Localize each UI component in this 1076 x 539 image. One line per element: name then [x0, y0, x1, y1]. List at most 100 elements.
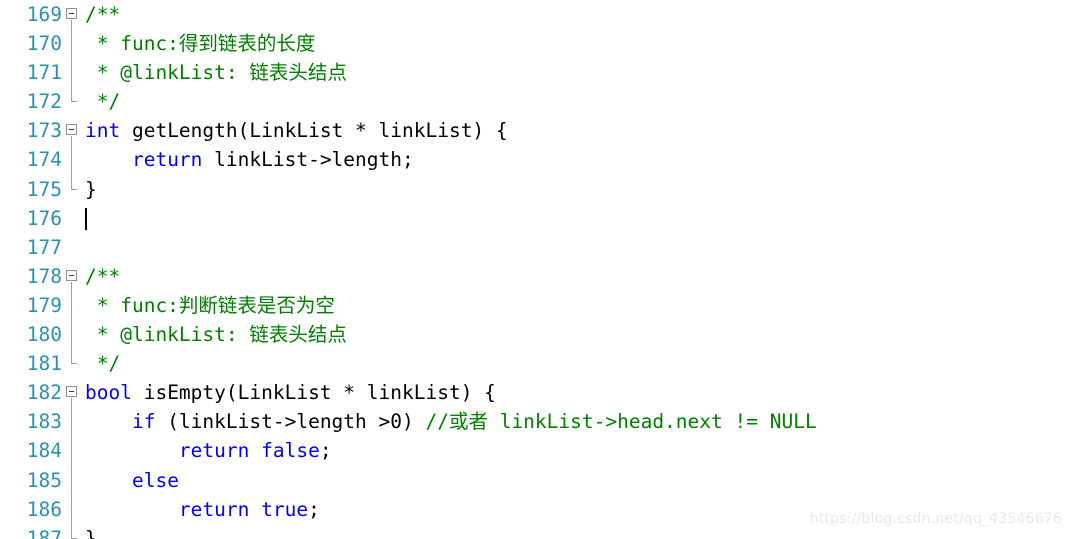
code-text[interactable]: */: [85, 87, 121, 116]
code-token-cmt: //或者 linkList->head.next != NULL: [425, 410, 817, 434]
code-line[interactable]: 181 */: [0, 349, 1076, 378]
fold-guide-line: [71, 407, 72, 437]
fold-column: [64, 174, 82, 204]
code-text[interactable]: else: [85, 466, 179, 495]
watermark-label: https://blog.csdn.net/qq_43546676: [809, 511, 1062, 527]
code-line[interactable]: 170 * func:得到链表的长度: [0, 29, 1076, 59]
fold-guide-line: [71, 20, 72, 30]
code-line[interactable]: 169 /**: [0, 0, 1076, 30]
code-text[interactable]: return false;: [85, 436, 332, 465]
fold-column: [64, 465, 82, 495]
code-text[interactable]: */: [85, 349, 121, 378]
fold-guide-line: [71, 174, 72, 190]
fold-column: [64, 290, 82, 321]
line-number: 170: [26, 32, 62, 56]
fold-collapse-icon[interactable]: [66, 269, 77, 281]
line-number: 175: [26, 177, 62, 201]
fold-end-marker: [71, 101, 77, 103]
code-token-kw: return: [178, 439, 250, 463]
line-number: 172: [26, 90, 62, 114]
code-editor[interactable]: 169 /** 170 * func:得到链表的长度 171 * @linkList:…: [0, 0, 1076, 539]
code-token-cmt: * @linkList: 链表头结点: [85, 61, 347, 85]
fold-column: [64, 523, 82, 539]
code-text[interactable]: bool isEmpty(LinkList * linkList) {: [85, 378, 496, 407]
code-line[interactable]: 177: [0, 233, 1076, 262]
code-token-plain: (linkList->length >0): [155, 410, 426, 434]
code-line[interactable]: 183 if (linkList->length >0) //或者 linkLi…: [0, 407, 1076, 437]
fold-column: [64, 116, 82, 146]
code-token-cmt: */: [85, 352, 121, 376]
fold-guide-line: [71, 349, 72, 365]
code-token-plain: ;: [308, 497, 320, 521]
code-line[interactable]: 182 bool isEmpty(LinkList * linkList) {: [0, 378, 1076, 408]
code-line[interactable]: 178 /**: [0, 262, 1076, 291]
fold-column: [64, 87, 82, 116]
text-caret: [85, 207, 87, 230]
code-text[interactable]: /**: [85, 0, 120, 29]
fold-guide-line: [71, 523, 72, 539]
fold-guide-line: [71, 436, 72, 466]
code-text[interactable]: }: [85, 524, 97, 539]
fold-column: [64, 407, 82, 437]
fold-guide-line: [71, 29, 72, 59]
code-line[interactable]: 185 else: [0, 465, 1076, 495]
code-text[interactable]: /**: [85, 262, 120, 291]
fold-column: [64, 262, 82, 291]
fold-guide-line: [71, 320, 72, 350]
code-text[interactable]: int getLength(LinkList * linkList) {: [85, 116, 508, 145]
line-number: 178: [26, 264, 62, 288]
fold-collapse-icon[interactable]: [66, 8, 77, 19]
fold-guide-line: [71, 145, 72, 175]
code-token-cmt: * @linkList: 链表头结点: [85, 323, 347, 347]
code-line[interactable]: 184 return false;: [0, 436, 1076, 466]
code-text[interactable]: * @linkList: 链表头结点: [85, 58, 347, 87]
line-number: 181: [26, 352, 62, 376]
code-line[interactable]: 174 return linkList->length;: [0, 145, 1076, 175]
code-line[interactable]: 171 * @linkList: 链表头结点: [0, 58, 1076, 88]
code-text[interactable]: * func:得到链表的长度: [85, 29, 316, 58]
fold-column: [64, 58, 82, 88]
code-token-plain: }: [85, 177, 97, 201]
code-text[interactable]: }: [85, 175, 97, 204]
code-line[interactable]: 176: [0, 204, 1076, 233]
fold-column: [64, 349, 82, 378]
fold-column: [64, 204, 82, 233]
code-line[interactable]: 175}: [0, 174, 1076, 204]
code-text[interactable]: * func:判断链表是否为空: [85, 291, 335, 320]
line-number: 176: [26, 206, 62, 230]
line-number: 177: [26, 235, 62, 259]
code-token-kw: return: [178, 497, 250, 521]
fold-guide-line: [71, 58, 72, 88]
fold-column: [64, 233, 82, 262]
code-line[interactable]: 179 * func:判断链表是否为空: [0, 290, 1076, 321]
line-number: 184: [26, 439, 62, 463]
code-line[interactable]: 173 int getLength(LinkList * linkList) {: [0, 116, 1076, 146]
code-text[interactable]: return linkList->length;: [85, 145, 414, 174]
fold-column: [64, 0, 82, 30]
code-token-cmt: /**: [85, 3, 121, 26]
code-token-plain: linkList->length;: [202, 148, 414, 172]
code-token-cmt: /**: [85, 264, 121, 288]
code-text[interactable]: if (linkList->length >0) //或者 linkList->…: [85, 407, 817, 436]
code-lines-container[interactable]: 169 /** 170 * func:得到链表的长度 171 * @linkList:…: [0, 0, 1076, 539]
code-line[interactable]: 172 */: [0, 87, 1076, 116]
code-token-plain: }: [85, 526, 97, 539]
line-number: 183: [26, 410, 62, 434]
code-line[interactable]: 180 * @linkList: 链表头结点: [0, 320, 1076, 350]
line-number: 180: [26, 323, 62, 347]
code-token-kw: if: [131, 410, 156, 434]
line-number: 182: [26, 381, 62, 405]
fold-collapse-icon[interactable]: [66, 386, 77, 398]
code-text[interactable]: * @linkList: 链表头结点: [85, 320, 347, 349]
fold-collapse-icon[interactable]: [66, 124, 77, 136]
fold-column: [64, 436, 82, 466]
fold-end-marker: [71, 363, 77, 365]
line-number: 179: [26, 293, 62, 317]
code-text[interactable]: return true;: [85, 495, 320, 524]
line-number: 169: [26, 3, 62, 26]
fold-guide-line: [71, 136, 72, 146]
